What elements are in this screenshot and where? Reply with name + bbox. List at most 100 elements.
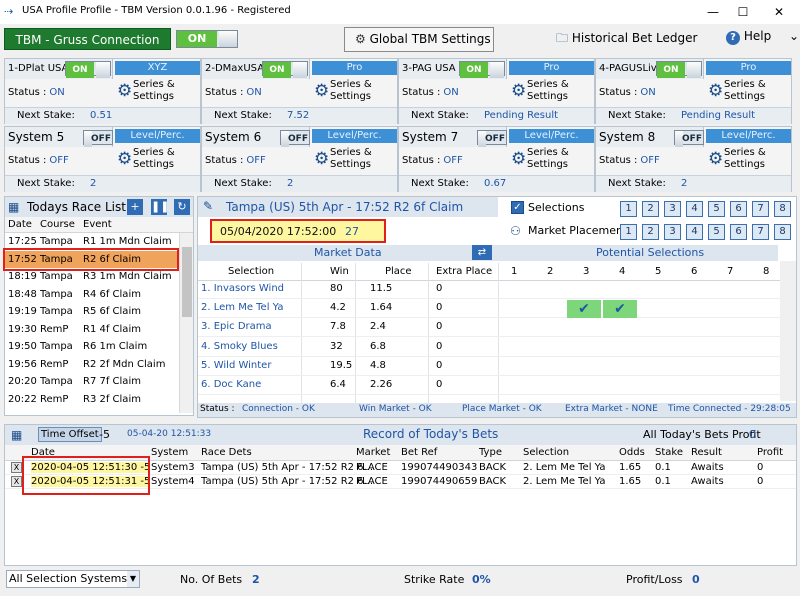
selection-number-button[interactable]: 8	[774, 201, 791, 217]
system-toggle[interactable]: ON	[262, 61, 308, 78]
mode-button[interactable]: Level/Perc.	[706, 129, 791, 143]
system-panel: System 7 OFF Level/Perc. Status : OFF ⚙ Series…	[398, 126, 595, 192]
help-label: Help	[743, 29, 772, 43]
time-offset-button[interactable]: Time Offset	[38, 427, 102, 442]
delete-bet-icon[interactable]: X	[11, 462, 22, 473]
series-settings-button[interactable]: Series & Settings	[133, 147, 175, 171]
series-settings-button[interactable]: Series & Settings	[330, 147, 372, 171]
system-status: Status : OFF	[8, 155, 69, 166]
chevron-down-icon[interactable]: ▼	[127, 571, 139, 587]
series-settings-button[interactable]: Series & Settings	[133, 79, 175, 103]
system-toggle[interactable]: OFF	[674, 130, 704, 147]
placement-number-button[interactable]: 7	[752, 224, 769, 240]
edit-icon[interactable]: ✎	[203, 199, 213, 213]
placement-number-button[interactable]: 5	[708, 224, 725, 240]
gear-icon[interactable]: ⚙	[511, 149, 526, 169]
connection-toggle[interactable]: ON	[176, 30, 238, 48]
selection-number-button[interactable]: 4	[686, 201, 703, 217]
placement-number-button[interactable]: 2	[642, 224, 659, 240]
strike-rate-label: Strike Rate	[404, 573, 465, 586]
minimize-icon[interactable]: —	[698, 2, 728, 22]
runner-name: 3. Epic Drama	[201, 321, 272, 333]
market-datetime: 05/04/2020 17:52:00	[220, 225, 337, 238]
delete-bet-icon[interactable]: X	[11, 476, 22, 487]
series-settings-button[interactable]: Series & Settings	[724, 79, 766, 103]
selections-checkbox[interactable]: ✓	[511, 201, 524, 214]
selection-number-button[interactable]: 1	[620, 201, 637, 217]
mode-button[interactable]: Pro	[509, 61, 594, 75]
race-row[interactable]: 19:56 RemP R2 2f Mdn Claim	[5, 356, 178, 374]
gear-icon[interactable]: ⚙	[117, 81, 132, 101]
placement-number-button[interactable]: 3	[664, 224, 681, 240]
series-settings-button[interactable]: Series & Settings	[330, 79, 372, 103]
help-button[interactable]: ? Help ⌄	[726, 29, 799, 45]
selection-number-button[interactable]: 6	[730, 201, 747, 217]
selection-number-button[interactable]: 3	[664, 201, 681, 217]
system-toggle[interactable]: OFF	[83, 130, 113, 147]
race-row[interactable]: 19:19 Tampa R5 6f Claim	[5, 303, 178, 321]
placement-number-button[interactable]: 8	[774, 224, 791, 240]
mode-button[interactable]: Pro	[706, 61, 791, 75]
gear-icon[interactable]: ⚙	[314, 149, 329, 169]
maximize-icon[interactable]: ☐	[728, 2, 758, 22]
mode-button[interactable]: Level/Perc.	[115, 129, 200, 143]
bet-cell: 0	[757, 462, 764, 473]
potential-col-header: 3	[583, 266, 590, 277]
gear-icon[interactable]: ⚙	[314, 81, 329, 101]
market-header: ✎ Tampa (US) 5th Apr - 17:52 R2 6f Claim	[198, 197, 498, 217]
series-settings-button[interactable]: Series & Settings	[527, 147, 569, 171]
status-label: Status :	[599, 87, 638, 98]
global-settings-button[interactable]: ⚙ Global TBM Settings	[344, 27, 494, 52]
race-list-scrollbar[interactable]	[179, 233, 193, 413]
selection-check-icon[interactable]: ✔	[567, 300, 601, 319]
placement-number-button[interactable]: 1	[620, 224, 637, 240]
bets-col-header: Bet Ref	[401, 447, 438, 458]
selection-number-button[interactable]: 5	[708, 201, 725, 217]
system-toggle[interactable]: OFF	[280, 130, 310, 147]
mode-button[interactable]: Pro	[312, 61, 397, 75]
system-toggle[interactable]: OFF	[477, 130, 507, 147]
app-logo-icon: ⇢	[4, 5, 14, 18]
refresh-icon[interactable]: ↻	[174, 199, 190, 215]
gear-icon[interactable]: ⚙	[117, 149, 132, 169]
status-label: Status :	[8, 155, 47, 166]
series-settings-button[interactable]: Series & Settings	[724, 147, 766, 171]
selection-number-button[interactable]: 7	[752, 201, 769, 217]
race-row[interactable]: 19:30 RemP R1 4f Claim	[5, 321, 178, 339]
system-toggle[interactable]: ON	[656, 61, 702, 78]
historical-ledger-button[interactable]: 🗀 Historical Bet Ledger	[556, 29, 697, 50]
scroll-thumb[interactable]	[182, 247, 192, 317]
system-toggle[interactable]: ON	[65, 61, 111, 78]
bets-col-header: Type	[479, 447, 502, 458]
connection-button[interactable]: TBM - Gruss Connection	[4, 28, 171, 50]
system-filter-select[interactable]: All Selection Systems ▼	[6, 570, 140, 588]
settings-label: Settings	[133, 159, 175, 170]
race-list-panel: ▦ Todays Race List + ❚❚ ↻ Date Course Ev…	[4, 196, 194, 416]
bet-cell: System4	[151, 476, 195, 487]
race-row[interactable]: 20:22 RemP R3 2f Claim	[5, 391, 178, 409]
selection-number-button[interactable]: 2	[642, 201, 659, 217]
system-toggle[interactable]: ON	[459, 61, 505, 78]
swap-icon[interactable]: ⇄	[472, 245, 492, 260]
race-row[interactable]: 19:50 Tampa R6 1m Claim	[5, 338, 178, 356]
status-value: ON	[443, 87, 459, 98]
mode-button[interactable]: Level/Perc.	[509, 129, 594, 143]
gear-icon[interactable]: ⚙	[511, 81, 526, 101]
market-scrollbar[interactable]	[780, 261, 796, 401]
mode-button[interactable]: XYZ	[115, 61, 200, 75]
series-settings-button[interactable]: Series & Settings	[527, 79, 569, 103]
pause-icon[interactable]: ❚❚	[151, 199, 169, 215]
settings-label: Settings	[724, 159, 766, 170]
race-cell: R5 6f Claim	[83, 306, 141, 317]
add-race-icon[interactable]: +	[127, 199, 143, 215]
gear-icon[interactable]: ⚙	[708, 81, 723, 101]
gear-icon[interactable]: ⚙	[708, 149, 723, 169]
mode-button[interactable]: Level/Perc.	[312, 129, 397, 143]
placement-number-button[interactable]: 6	[730, 224, 747, 240]
race-row[interactable]: 20:20 Tampa R7 7f Claim	[5, 373, 178, 391]
race-row[interactable]: 18:48 Tampa R4 6f Claim	[5, 286, 178, 304]
close-icon[interactable]: ✕	[764, 2, 794, 22]
toggle-label: OFF	[91, 134, 111, 144]
selection-check-icon[interactable]: ✔	[603, 300, 637, 319]
placement-number-button[interactable]: 4	[686, 224, 703, 240]
